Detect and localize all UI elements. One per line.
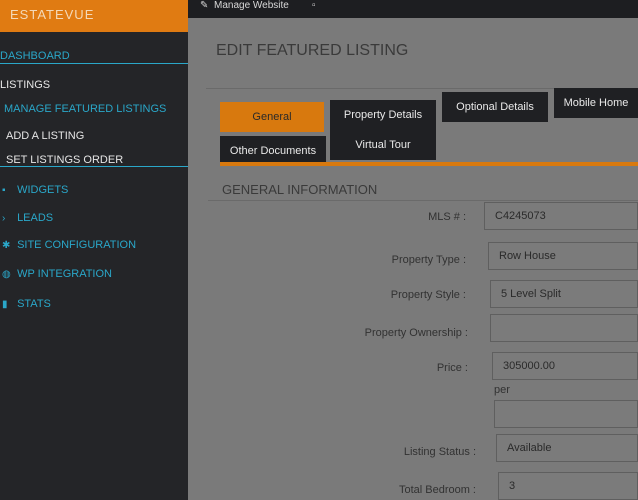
price-field[interactable]: 305000.00 — [492, 352, 638, 380]
sidebar: ESTATEVUE DASHBOARD LISTINGS MANAGE FEAT… — [0, 0, 190, 500]
sidebar-item-label: SET LISTINGS ORDER — [6, 154, 124, 166]
sidebar-item-label: WIDGETS — [17, 184, 69, 196]
tab-mobile-home[interactable]: Mobile Home — [554, 88, 638, 118]
mls-label: MLS # : — [428, 211, 466, 223]
topbar: ✎ Manage Website ▫ — [188, 0, 638, 18]
sidebar-item-label: LEADS — [17, 212, 54, 224]
sidebar-divider — [0, 63, 190, 64]
sidebar-item-label: ADD A LISTING — [6, 130, 85, 142]
widgets-icon: ▪ — [2, 185, 6, 196]
tab-label: Other Documents — [229, 145, 317, 157]
per-field[interactable] — [494, 400, 638, 428]
sidebar-item-site-configuration[interactable]: ✱ SITE CONFIGURATION — [2, 233, 190, 257]
edit-icon: ✎ — [200, 0, 209, 11]
sidebar-item-add-a-listing[interactable]: ADD A LISTING — [6, 124, 194, 148]
brand-logo[interactable]: ESTATEVUE — [10, 7, 94, 22]
price-label: Price : — [436, 362, 468, 374]
mls-field[interactable]: C4245073 — [484, 202, 638, 230]
brand-bar: ESTATEVUE — [0, 0, 188, 32]
sidebar-divider — [0, 166, 190, 167]
property-ownership-label: Property Ownership : — [364, 327, 468, 339]
plug-icon: ◍ — [2, 269, 11, 280]
section-divider — [208, 200, 638, 201]
tab-label: Mobile Home — [563, 97, 629, 109]
leads-icon: › — [2, 213, 6, 224]
sidebar-item-leads[interactable]: › LEADS — [2, 206, 190, 230]
total-bedroom-field[interactable]: 3 — [498, 472, 638, 500]
main-content: EDIT FEATURED LISTING General Property D… — [188, 18, 638, 500]
bar-chart-icon: ▮ — [2, 299, 8, 310]
sidebar-item-set-listings-order[interactable]: SET LISTINGS ORDER — [6, 148, 194, 172]
tab-label: Virtual Tour — [355, 139, 411, 151]
sidebar-item-wp-integration[interactable]: ◍ WP INTEGRATION — [2, 262, 190, 286]
sidebar-item-manage-featured-listings[interactable]: MANAGE FEATURED LISTINGS — [4, 97, 192, 121]
section-title: GENERAL INFORMATION — [222, 182, 378, 197]
gear-icon: ✱ — [2, 240, 11, 251]
sidebar-item-label: DASHBOARD — [0, 50, 70, 62]
tab-label: Property Details — [343, 109, 423, 121]
sidebar-item-widgets[interactable]: ▪ WIDGETS — [2, 178, 190, 202]
sidebar-item-label: LISTINGS — [0, 79, 51, 91]
sidebar-item-label: STATS — [17, 298, 51, 310]
manage-website-link[interactable]: Manage Website — [214, 0, 289, 11]
total-bedroom-label: Total Bedroom : — [398, 484, 476, 496]
sidebar-item-label: SITE CONFIGURATION — [17, 239, 137, 251]
per-label: per — [494, 384, 510, 396]
tab-underline — [220, 162, 638, 166]
sidebar-item-listings[interactable]: LISTINGS — [0, 73, 188, 97]
property-style-label: Property Style : — [390, 289, 466, 301]
sidebar-item-dashboard[interactable]: DASHBOARD — [0, 44, 188, 68]
tab-label: Optional Details — [456, 101, 534, 113]
tab-general[interactable]: General — [220, 102, 324, 132]
app-screen: ESTATEVUE DASHBOARD LISTINGS MANAGE FEAT… — [0, 0, 638, 500]
listing-status-label: Listing Status : — [403, 446, 476, 458]
sidebar-item-label: MANAGE FEATURED LISTINGS — [4, 103, 167, 115]
page-title: EDIT FEATURED LISTING — [216, 42, 409, 59]
listing-status-select[interactable]: Available — [496, 434, 638, 462]
property-type-label: Property Type : — [391, 254, 466, 266]
sidebar-item-stats[interactable]: ▮ STATS — [2, 292, 190, 316]
property-type-select[interactable]: Row House — [488, 242, 638, 270]
topbar-icon: ▫ — [312, 0, 316, 11]
tab-virtual-tour[interactable]: Virtual Tour — [330, 130, 436, 160]
tab-label: General — [252, 111, 292, 123]
tab-optional-details[interactable]: Optional Details — [442, 92, 548, 122]
property-style-select[interactable]: 5 Level Split — [490, 280, 638, 308]
tab-property-details[interactable]: Property Details — [330, 100, 436, 130]
sidebar-item-label: WP INTEGRATION — [17, 268, 112, 280]
property-ownership-select[interactable] — [490, 314, 638, 342]
